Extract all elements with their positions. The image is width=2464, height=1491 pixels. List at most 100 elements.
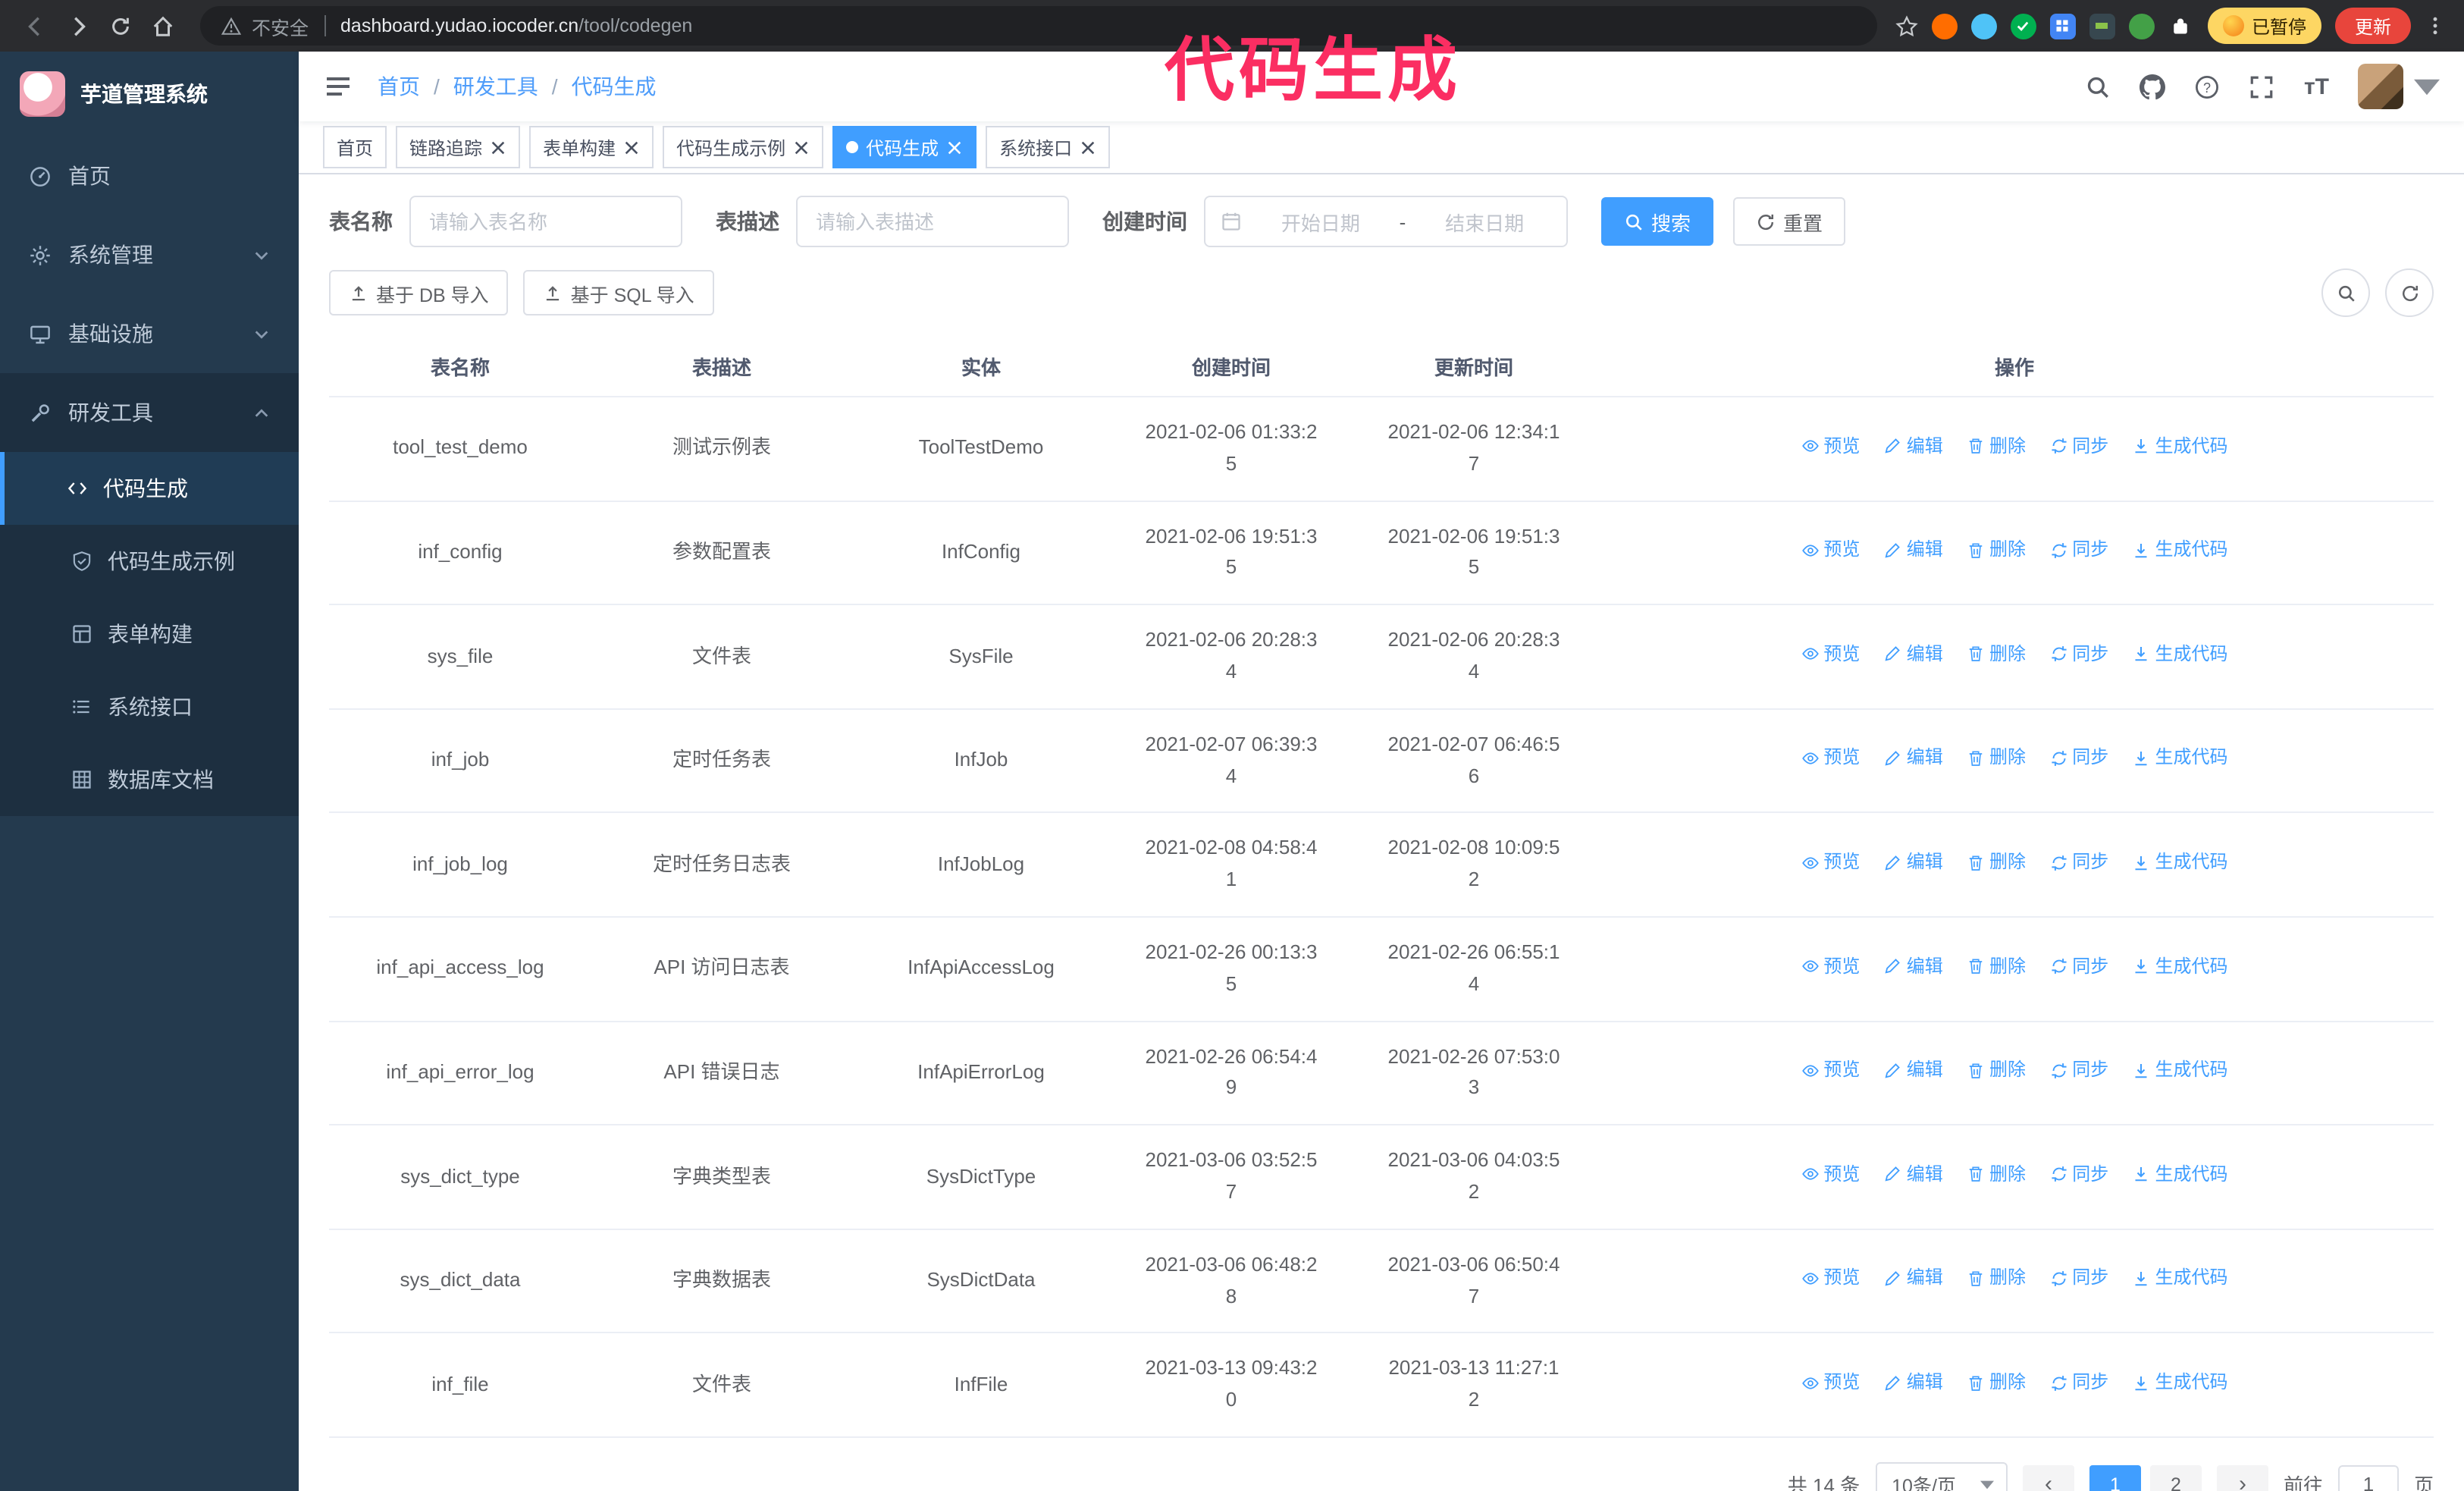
refresh-table-button[interactable] <box>2385 268 2434 317</box>
view-tab[interactable]: 代码生成 <box>832 126 977 168</box>
row-action-link[interactable]: 生成代码 <box>2133 1368 2228 1397</box>
sidebar-subitem[interactable]: 代码生成示例 <box>0 525 299 598</box>
row-action-link[interactable]: 同步 <box>2049 1264 2108 1293</box>
row-action-link[interactable]: 预览 <box>1801 848 1860 877</box>
page-size-select[interactable]: 10条/页 <box>1875 1461 2008 1491</box>
row-action-link[interactable]: 删除 <box>1967 1368 2026 1397</box>
row-action-link[interactable]: 预览 <box>1801 1160 1860 1189</box>
next-page-button[interactable]: › <box>2216 1464 2268 1491</box>
row-action-link[interactable]: 预览 <box>1801 640 1860 669</box>
row-action-link[interactable]: 编辑 <box>1884 1160 1943 1189</box>
view-tab[interactable]: 表单构建 <box>529 126 654 168</box>
sidebar-subitem[interactable]: 系统接口 <box>0 670 299 743</box>
hamburger-icon[interactable] <box>323 71 353 102</box>
search-icon[interactable] <box>2086 74 2111 99</box>
row-action-link[interactable]: 同步 <box>2049 1160 2108 1189</box>
row-action-link[interactable]: 同步 <box>2049 744 2108 773</box>
user-menu[interactable] <box>2358 64 2440 109</box>
page-number-button[interactable]: 2 <box>2149 1464 2202 1491</box>
row-action-link[interactable]: 生成代码 <box>2133 640 2228 669</box>
row-action-link[interactable]: 生成代码 <box>2133 952 2228 981</box>
github-icon[interactable] <box>2140 74 2166 99</box>
sidebar-subitem[interactable]: 表单构建 <box>0 598 299 670</box>
breadcrumb-section[interactable]: 研发工具 <box>453 71 538 102</box>
sidebar-subitem[interactable]: 数据库文档 <box>0 743 299 816</box>
search-button[interactable]: 搜索 <box>1601 197 1714 246</box>
update-button[interactable]: 更新 <box>2334 8 2411 44</box>
row-action-link[interactable]: 编辑 <box>1884 535 1943 564</box>
goto-page-input[interactable] <box>2337 1464 2399 1491</box>
close-icon[interactable] <box>946 139 963 155</box>
row-action-link[interactable]: 预览 <box>1801 432 1860 460</box>
row-action-link[interactable]: 预览 <box>1801 1264 1860 1293</box>
row-action-link[interactable]: 删除 <box>1967 535 2026 564</box>
page-number-button[interactable]: 1 <box>2089 1464 2141 1491</box>
row-action-link[interactable]: 生成代码 <box>2133 535 2228 564</box>
row-action-link[interactable]: 预览 <box>1801 1368 1860 1397</box>
extension-icon-blue-grid[interactable] <box>2049 13 2076 39</box>
row-action-link[interactable]: 编辑 <box>1884 952 1943 981</box>
font-size-icon[interactable]: тT <box>2304 74 2329 99</box>
view-tab[interactable]: 首页 <box>323 126 387 168</box>
row-action-link[interactable]: 生成代码 <box>2133 1056 2228 1085</box>
sidebar-item-home[interactable]: 首页 <box>0 137 299 215</box>
browser-forward-icon[interactable] <box>58 8 97 44</box>
bookmark-star-icon[interactable] <box>1895 14 1918 37</box>
row-action-link[interactable]: 删除 <box>1967 952 2026 981</box>
row-action-link[interactable]: 生成代码 <box>2133 432 2228 460</box>
row-action-link[interactable]: 预览 <box>1801 1056 1860 1085</box>
row-action-link[interactable]: 删除 <box>1967 432 2026 460</box>
row-action-link[interactable]: 生成代码 <box>2133 1264 2228 1293</box>
extension-icon-orange[interactable] <box>1931 13 1958 39</box>
view-tab[interactable]: 代码生成示例 <box>663 126 824 168</box>
view-tab[interactable]: 链路追踪 <box>396 126 521 168</box>
row-action-link[interactable]: 预览 <box>1801 952 1860 981</box>
row-action-link[interactable]: 预览 <box>1801 535 1860 564</box>
browser-reload-icon[interactable] <box>100 8 140 44</box>
browser-menu-icon[interactable] <box>2425 15 2446 36</box>
close-icon[interactable] <box>793 139 810 155</box>
row-action-link[interactable]: 删除 <box>1967 640 2026 669</box>
row-action-link[interactable]: 删除 <box>1967 1264 2026 1293</box>
row-action-link[interactable]: 编辑 <box>1884 1368 1943 1397</box>
row-action-link[interactable]: 同步 <box>2049 1368 2108 1397</box>
browser-back-icon[interactable] <box>15 8 55 44</box>
extension-icon-green-check[interactable] <box>2010 13 2036 39</box>
extension-icon-green-leaf[interactable] <box>2128 13 2155 39</box>
row-action-link[interactable]: 同步 <box>2049 640 2108 669</box>
view-tab[interactable]: 系统接口 <box>986 126 1111 168</box>
sidebar-item-infra[interactable]: 基础设施 <box>0 294 299 373</box>
browser-home-icon[interactable] <box>143 8 182 44</box>
import-sql-button[interactable]: 基于 SQL 导入 <box>523 270 714 315</box>
paused-badge[interactable]: 已暂停 <box>2207 8 2321 44</box>
row-action-link[interactable]: 生成代码 <box>2133 1160 2228 1189</box>
sidebar-subitem[interactable]: 代码生成 <box>0 452 299 525</box>
sidebar-item-devtools[interactable]: 研发工具 <box>0 373 299 452</box>
fullscreen-icon[interactable] <box>2249 74 2275 99</box>
extensions-puzzle-icon[interactable] <box>2168 13 2194 39</box>
breadcrumb-home[interactable]: 首页 <box>378 71 420 102</box>
row-action-link[interactable]: 删除 <box>1967 1160 2026 1189</box>
row-action-link[interactable]: 编辑 <box>1884 848 1943 877</box>
extension-icon-dark[interactable] <box>2089 13 2115 39</box>
row-action-link[interactable]: 预览 <box>1801 744 1860 773</box>
close-icon[interactable] <box>1080 139 1096 155</box>
prev-page-button[interactable]: ‹ <box>2022 1464 2074 1491</box>
row-action-link[interactable]: 编辑 <box>1884 432 1943 460</box>
date-range-picker[interactable]: 开始日期 - 结束日期 <box>1204 196 1568 247</box>
address-bar[interactable]: 不安全 dashboard.yudao.iocoder.cn/tool/code… <box>200 6 1877 46</box>
row-action-link[interactable]: 同步 <box>2049 1056 2108 1085</box>
table-name-input[interactable] <box>409 196 682 247</box>
close-icon[interactable] <box>490 139 506 155</box>
close-icon[interactable] <box>623 139 640 155</box>
import-db-button[interactable]: 基于 DB 导入 <box>329 270 509 315</box>
row-action-link[interactable]: 同步 <box>2049 848 2108 877</box>
row-action-link[interactable]: 编辑 <box>1884 640 1943 669</box>
row-action-link[interactable]: 生成代码 <box>2133 744 2228 773</box>
row-action-link[interactable]: 同步 <box>2049 952 2108 981</box>
toggle-search-button[interactable] <box>2321 268 2370 317</box>
row-action-link[interactable]: 同步 <box>2049 535 2108 564</box>
row-action-link[interactable]: 删除 <box>1967 1056 2026 1085</box>
row-action-link[interactable]: 生成代码 <box>2133 848 2228 877</box>
sidebar-item-system[interactable]: 系统管理 <box>0 215 299 294</box>
